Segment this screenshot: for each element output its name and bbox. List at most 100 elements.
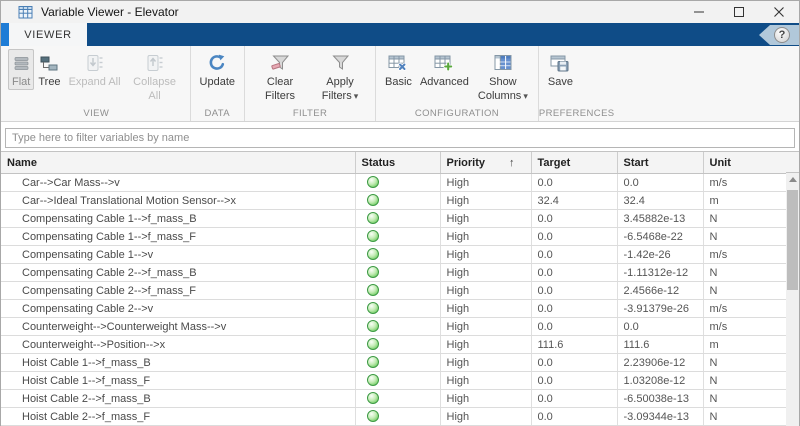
show-columns-button[interactable]: Show Columns (473, 49, 533, 105)
apply-filters-button[interactable]: Apply Filters (310, 49, 370, 105)
table-row[interactable]: Compensating Cable 2-->v High 0.0 -3.913… (1, 300, 788, 318)
table-row[interactable]: Counterweight-->Counterweight Mass-->v H… (1, 318, 788, 336)
target-cell[interactable]: 0.0 (531, 228, 617, 246)
target-cell[interactable]: 0.0 (531, 390, 617, 408)
target-cell[interactable]: 0.0 (531, 246, 617, 264)
unit-cell: N (703, 372, 788, 390)
unit-cell: N (703, 408, 788, 426)
table-row[interactable]: Compensating Cable 1-->f_mass_B High 0.0… (1, 210, 788, 228)
variable-name-cell: Hoist Cable 1-->f_mass_B (1, 354, 355, 372)
unit-cell: N (703, 228, 788, 246)
status-ok-icon (367, 266, 379, 278)
close-icon[interactable] (759, 1, 799, 23)
status-ok-icon (367, 230, 379, 242)
variable-name-cell: Compensating Cable 2-->f_mass_B (1, 264, 355, 282)
variable-name-cell: Hoist Cable 2-->f_mass_F (1, 408, 355, 426)
table-row[interactable]: Compensating Cable 2-->f_mass_B High 0.0… (1, 264, 788, 282)
update-button[interactable]: Update (196, 49, 239, 90)
show-columns-icon (494, 52, 512, 74)
column-header-priority[interactable]: Priority↑ (440, 152, 531, 174)
table-row[interactable]: Car-->Ideal Translational Motion Sensor-… (1, 192, 788, 210)
table-row[interactable]: Compensating Cable 1-->v High 0.0 -1.42e… (1, 246, 788, 264)
status-ok-icon (367, 302, 379, 314)
start-cell[interactable]: 2.4566e-12 (617, 282, 703, 300)
target-cell[interactable]: 0.0 (531, 174, 617, 192)
start-cell[interactable]: 0.0 (617, 318, 703, 336)
column-header-name[interactable]: Name (1, 152, 355, 174)
table-row[interactable]: Counterweight-->Position-->x High 111.6 … (1, 336, 788, 354)
start-cell[interactable]: -3.91379e-26 (617, 300, 703, 318)
basic-button[interactable]: Basic (381, 49, 416, 90)
table-row[interactable]: Hoist Cable 2-->f_mass_F High 0.0 -3.093… (1, 408, 788, 426)
variable-viewer-window: Variable Viewer - Elevator VIEWER ? (0, 0, 800, 426)
unit-cell: N (703, 282, 788, 300)
variable-name-cell: Compensating Cable 2-->v (1, 300, 355, 318)
target-cell[interactable]: 0.0 (531, 372, 617, 390)
start-cell[interactable]: 0.0 (617, 174, 703, 192)
help-icon[interactable]: ? (774, 27, 790, 43)
target-cell[interactable]: 0.0 (531, 282, 617, 300)
unit-cell: m (703, 192, 788, 210)
flat-button[interactable]: Flat (8, 49, 34, 90)
start-cell[interactable]: -6.50038e-13 (617, 390, 703, 408)
clear-filters-button[interactable]: Clear Filters (250, 49, 310, 105)
scroll-up-arrow-icon[interactable] (786, 173, 799, 186)
vertical-scrollbar[interactable] (786, 173, 799, 426)
target-cell[interactable]: 111.6 (531, 336, 617, 354)
status-ok-icon (367, 374, 379, 386)
start-cell[interactable]: 1.03208e-12 (617, 372, 703, 390)
start-cell[interactable]: 111.6 (617, 336, 703, 354)
start-cell[interactable]: -6.5468e-22 (617, 228, 703, 246)
table-row[interactable]: Compensating Cable 2-->f_mass_F High 0.0… (1, 282, 788, 300)
table-grid-icon (18, 5, 33, 20)
collapse-all-button[interactable]: Collapse All (125, 49, 185, 105)
advanced-configuration-icon (434, 52, 454, 74)
target-cell[interactable]: 32.4 (531, 192, 617, 210)
target-cell[interactable]: 0.0 (531, 354, 617, 372)
sort-ascending-icon: ↑ (509, 157, 515, 169)
target-cell[interactable]: 0.0 (531, 210, 617, 228)
priority-cell: High (440, 318, 531, 336)
table-row[interactable]: Car-->Car Mass-->v High 0.0 0.0 m/s (1, 174, 788, 192)
target-cell[interactable]: 0.0 (531, 318, 617, 336)
filter-input[interactable] (5, 128, 795, 148)
target-cell[interactable]: 0.0 (531, 408, 617, 426)
table-row[interactable]: Compensating Cable 1-->f_mass_F High 0.0… (1, 228, 788, 246)
start-cell[interactable]: -1.11312e-12 (617, 264, 703, 282)
table-row[interactable]: Hoist Cable 1-->f_mass_B High 0.0 2.2390… (1, 354, 788, 372)
variable-name-cell: Compensating Cable 1-->f_mass_B (1, 210, 355, 228)
priority-cell: High (440, 372, 531, 390)
status-cell (355, 246, 440, 264)
status-cell (355, 282, 440, 300)
start-cell[interactable]: -1.42e-26 (617, 246, 703, 264)
maximize-icon[interactable] (719, 1, 759, 23)
start-cell[interactable]: -3.09344e-13 (617, 408, 703, 426)
priority-cell: High (440, 336, 531, 354)
save-preferences-icon (550, 52, 570, 74)
advanced-button[interactable]: Advanced (416, 49, 473, 90)
target-cell[interactable]: 0.0 (531, 264, 617, 282)
column-header-status[interactable]: Status (355, 152, 440, 174)
target-cell[interactable]: 0.0 (531, 300, 617, 318)
table-row[interactable]: Hoist Cable 2-->f_mass_B High 0.0 -6.500… (1, 390, 788, 408)
column-header-start[interactable]: Start (617, 152, 703, 174)
column-header-unit[interactable]: Unit (703, 152, 788, 174)
expand-all-button[interactable]: Expand All (65, 49, 125, 90)
status-cell (355, 390, 440, 408)
tab-viewer[interactable]: VIEWER (9, 23, 87, 46)
minimize-icon[interactable] (679, 1, 719, 23)
toolbar-group-view: Flat Tree Expand All Collapse All (3, 46, 190, 121)
tree-button[interactable]: Tree (34, 49, 64, 90)
window-title: Variable Viewer - Elevator (41, 5, 179, 19)
save-button[interactable]: Save (544, 49, 577, 90)
scrollbar-thumb[interactable] (787, 190, 798, 290)
start-cell[interactable]: 3.45882e-13 (617, 210, 703, 228)
start-cell[interactable]: 32.4 (617, 192, 703, 210)
advanced-button-label: Advanced (420, 75, 469, 89)
status-ok-icon (367, 176, 379, 188)
title-bar: Variable Viewer - Elevator (1, 1, 799, 23)
start-cell[interactable]: 2.23906e-12 (617, 354, 703, 372)
column-header-target[interactable]: Target (531, 152, 617, 174)
table-row[interactable]: Hoist Cable 1-->f_mass_F High 0.0 1.0320… (1, 372, 788, 390)
toolbar-group-configuration: Basic Advanced Show Columns CONFIGURATIO… (375, 46, 538, 121)
